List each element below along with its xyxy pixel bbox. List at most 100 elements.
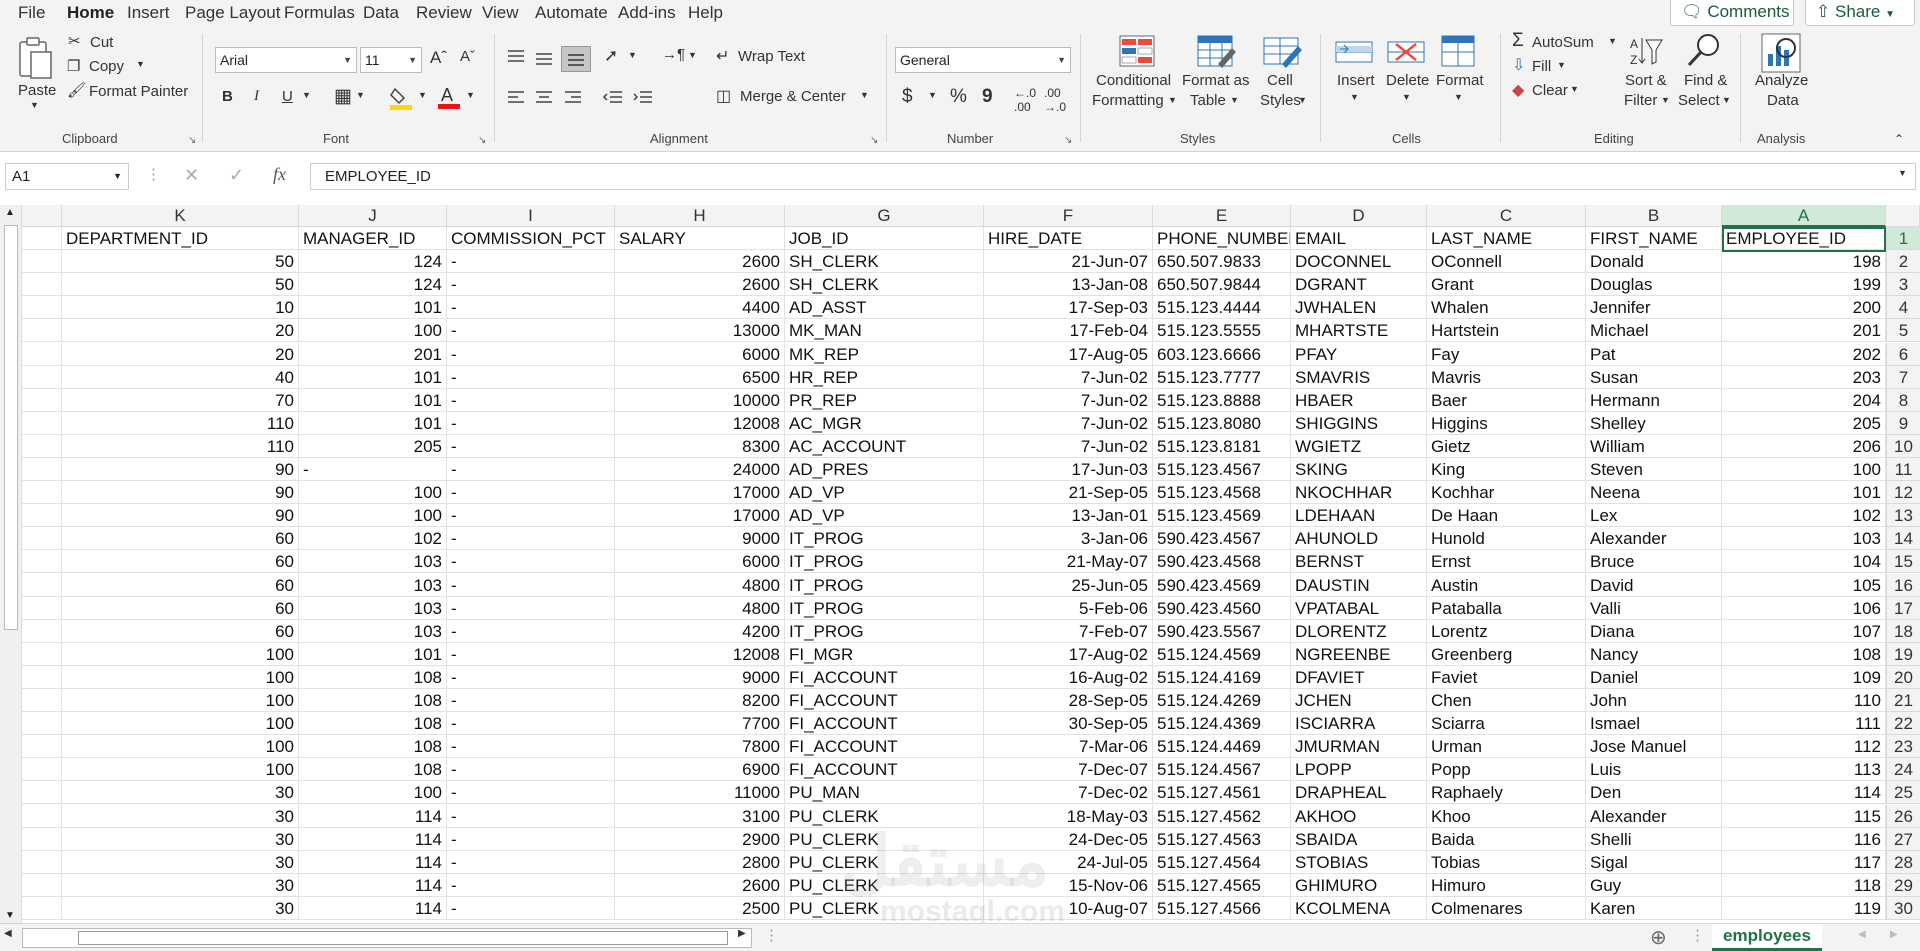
table-cell[interactable]: GHIMURO (1291, 873, 1427, 897)
table-cell[interactable]: DAUSTIN (1291, 573, 1427, 597)
table-cell[interactable]: Sciarra (1427, 712, 1586, 736)
format-as-table-button[interactable]: Format as (1182, 72, 1250, 89)
percent-button[interactable]: % (950, 86, 967, 108)
sort-filter-label-2[interactable]: Filter (1624, 92, 1657, 109)
align-left-icon[interactable] (506, 89, 526, 108)
table-cell[interactable]: Urman (1427, 735, 1586, 759)
row-header[interactable]: 26 (1886, 804, 1920, 828)
table-cell[interactable]: 7-Feb-07 (984, 619, 1153, 643)
table-cell[interactable]: Luis (1586, 758, 1722, 782)
expand-formula-bar-icon[interactable]: ▼ (1898, 168, 1907, 178)
row-header[interactable]: 29 (1886, 873, 1920, 897)
table-cell[interactable]: 30 (62, 827, 299, 851)
table-cell[interactable]: 100 (62, 689, 299, 712)
table-cell[interactable]: 204 (1722, 388, 1886, 412)
table-cell[interactable]: FI_ACCOUNT (785, 665, 984, 689)
table-cell[interactable]: 114 (299, 873, 447, 897)
chevron-down-icon[interactable]: ▼ (1661, 95, 1670, 105)
table-cell[interactable]: - (447, 504, 615, 528)
increase-font-icon[interactable]: Aˆ (430, 48, 447, 68)
table-cell[interactable]: 60 (62, 573, 299, 597)
table-cell[interactable]: DOCONNEL (1291, 250, 1427, 274)
table-cell[interactable]: 200 (1722, 296, 1886, 320)
italic-button[interactable]: I (254, 88, 259, 105)
cell-blank[interactable] (22, 411, 62, 435)
row-header[interactable]: 11 (1886, 458, 1920, 481)
wrap-text-button[interactable]: Wrap Text (738, 48, 805, 65)
cell-blank[interactable] (22, 850, 62, 874)
table-cell[interactable]: - (447, 689, 615, 712)
table-cell[interactable]: 7-Jun-02 (984, 365, 1153, 389)
decrease-decimal-icon[interactable]: .00 →.0 (1044, 86, 1066, 114)
table-cell[interactable]: 17-Aug-05 (984, 342, 1153, 366)
table-cell[interactable]: 5-Feb-06 (984, 596, 1153, 620)
table-cell[interactable]: 100 (299, 319, 447, 343)
cell-blank[interactable] (22, 873, 62, 897)
row-header[interactable]: 6 (1886, 342, 1920, 366)
table-cell[interactable]: PU_MAN (785, 781, 984, 805)
header-cell[interactable]: EMAIL (1291, 227, 1427, 250)
table-cell[interactable]: Neena (1586, 481, 1722, 505)
table-cell[interactable]: 16-Aug-02 (984, 665, 1153, 689)
cut-button[interactable]: Cut (90, 34, 113, 51)
table-cell[interactable]: 515.124.4169 (1153, 665, 1291, 689)
align-top-icon[interactable] (506, 48, 526, 67)
table-cell[interactable]: Daniel (1586, 665, 1722, 689)
delete-cells-icon[interactable] (1386, 36, 1426, 71)
table-cell[interactable]: LPOPP (1291, 758, 1427, 782)
table-cell[interactable]: Den (1586, 781, 1722, 805)
menu-home[interactable]: Home (67, 2, 114, 24)
find-select-label-2[interactable]: Select (1678, 92, 1720, 109)
table-cell[interactable]: 650.507.9833 (1153, 250, 1291, 274)
table-cell[interactable]: Steven (1586, 458, 1722, 481)
table-cell[interactable]: 6900 (615, 758, 785, 782)
clear-button[interactable]: Clear (1532, 82, 1568, 99)
row-header[interactable]: 14 (1886, 527, 1920, 551)
table-cell[interactable]: IT_PROG (785, 550, 984, 574)
table-cell[interactable]: IT_PROG (785, 573, 984, 597)
table-cell[interactable]: Popp (1427, 758, 1586, 782)
cell-blank[interactable] (22, 550, 62, 574)
copy-button[interactable]: Copy (89, 58, 124, 75)
scroll-right-icon[interactable]: ▶ (738, 928, 746, 939)
conditional-formatting-button[interactable]: Conditional (1096, 72, 1171, 89)
cell-blank[interactable] (22, 758, 62, 782)
table-cell[interactable]: 21-Sep-05 (984, 481, 1153, 505)
menu-help[interactable]: Help (688, 2, 723, 24)
table-cell[interactable]: - (447, 458, 615, 481)
row-header[interactable]: 21 (1886, 689, 1920, 712)
column-header-g[interactable]: G (785, 205, 984, 227)
cell-blank[interactable] (22, 689, 62, 712)
cell-blank[interactable] (22, 227, 62, 250)
insert-cells-icon[interactable] (1334, 36, 1374, 71)
table-cell[interactable]: PU_CLERK (785, 850, 984, 874)
row-header[interactable]: 27 (1886, 827, 1920, 851)
scroll-left-icon[interactable]: ◀ (4, 928, 12, 939)
table-cell[interactable]: Sigal (1586, 850, 1722, 874)
insert-function-icon[interactable]: fx (273, 164, 286, 185)
table-cell[interactable]: JWHALEN (1291, 296, 1427, 320)
table-cell[interactable]: - (447, 596, 615, 620)
table-cell[interactable]: STOBIAS (1291, 850, 1427, 874)
table-cell[interactable]: Hartstein (1427, 319, 1586, 343)
confirm-entry-icon[interactable]: ✓ (229, 165, 244, 186)
table-cell[interactable]: LDEHAAN (1291, 504, 1427, 528)
table-cell[interactable]: 17-Aug-02 (984, 642, 1153, 666)
table-cell[interactable]: - (447, 481, 615, 505)
table-cell[interactable]: 17-Sep-03 (984, 296, 1153, 320)
table-cell[interactable]: 6500 (615, 365, 785, 389)
chevron-down-icon[interactable]: ▼ (1230, 95, 1239, 105)
table-cell[interactable]: Diana (1586, 619, 1722, 643)
cell-blank[interactable] (22, 342, 62, 366)
table-cell[interactable]: 6000 (615, 342, 785, 366)
table-cell[interactable]: 515.127.4565 (1153, 873, 1291, 897)
table-cell[interactable]: 515.127.4564 (1153, 850, 1291, 874)
magnifier-icon[interactable] (1686, 32, 1722, 71)
column-header-h[interactable]: H (615, 205, 785, 227)
table-cell[interactable]: 20 (62, 342, 299, 366)
row-header[interactable]: 3 (1886, 273, 1920, 297)
table-cell[interactable]: FI_ACCOUNT (785, 758, 984, 782)
chevron-down-icon[interactable]: ▼ (860, 90, 869, 100)
table-cell[interactable]: KCOLMENA (1291, 896, 1427, 920)
table-cell[interactable]: ISCIARRA (1291, 712, 1427, 736)
